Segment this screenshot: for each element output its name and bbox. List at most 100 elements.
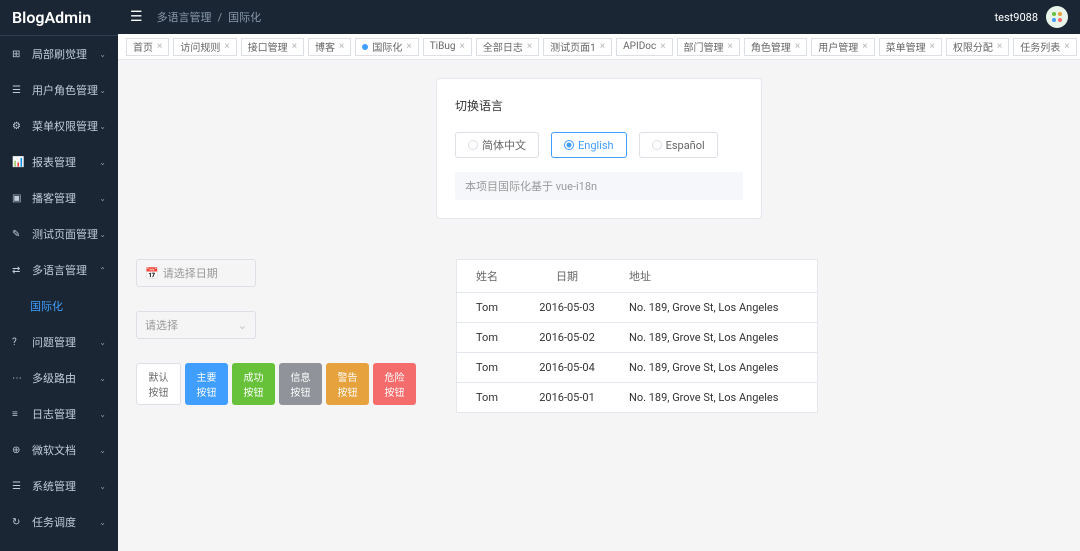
sidebar-item-label: 问题管理 xyxy=(32,334,76,350)
sidebar-item[interactable]: ☰系统管理⌄ xyxy=(0,468,118,504)
tab[interactable]: 博客× xyxy=(308,38,351,56)
tab[interactable]: 全部日志 × xyxy=(476,38,539,56)
table-row[interactable]: Tom2016-05-03No. 189, Grove St, Los Ange… xyxy=(457,293,817,323)
language-card: 切换语言 简体中文EnglishEspañol 本项目国际化基于 vue-i18… xyxy=(436,78,762,219)
cell-date: 2016-05-03 xyxy=(517,293,617,322)
cell-name: Tom xyxy=(457,323,517,352)
sidebar-item[interactable]: ⇄多语言管理⌃ xyxy=(0,252,118,288)
date-picker[interactable]: 📅 请选择日期 xyxy=(136,259,256,287)
tab-label: 首页 xyxy=(133,39,153,54)
tab[interactable]: 国际化× xyxy=(355,38,418,56)
breadcrumb-current: 国际化 xyxy=(228,9,261,25)
table-row[interactable]: Tom2016-05-01No. 189, Grove St, Los Ange… xyxy=(457,383,817,412)
cell-name: Tom xyxy=(457,353,517,382)
sidebar-item[interactable]: ↻任务调度⌄ xyxy=(0,504,118,540)
menu-icon: ? xyxy=(12,337,26,348)
default-button[interactable]: 默认按钮 xyxy=(136,363,181,405)
sidebar-item[interactable]: ⊕微软文档⌄ xyxy=(0,432,118,468)
sidebar-item-label: 用户角色管理 xyxy=(32,82,98,98)
col-header-name: 姓名 xyxy=(457,260,517,292)
tab[interactable]: 权限分配× xyxy=(946,38,1009,56)
sidebar-item[interactable]: ?问题管理⌄ xyxy=(0,324,118,360)
sidebar-item[interactable]: ≡日志管理⌄ xyxy=(0,396,118,432)
card-title: 切换语言 xyxy=(455,97,743,114)
close-icon[interactable]: × xyxy=(527,41,532,52)
close-icon[interactable]: × xyxy=(292,41,297,52)
table-header-row: 姓名日期地址 xyxy=(457,260,817,293)
tab[interactable]: 部门管理 × xyxy=(677,38,740,56)
sidebar-item[interactable]: ⋯多级路由⌄ xyxy=(0,360,118,396)
cell-address: No. 189, Grove St, Los Angeles xyxy=(617,323,817,352)
option-label: English xyxy=(578,139,614,152)
header-bar: ☰ 多语言管理 / 国际化 test9088 xyxy=(118,0,1080,34)
tab-label: 全部日志 xyxy=(483,39,523,54)
sidebar-subitem[interactable]: 国际化 xyxy=(0,288,118,324)
tab[interactable]: 首页 × xyxy=(126,38,169,56)
radio-icon xyxy=(468,140,478,150)
close-icon[interactable]: × xyxy=(339,41,344,52)
chevron-down-icon: ⌄ xyxy=(99,122,106,131)
sidebar-item-label: 测试页面管理 xyxy=(32,226,98,242)
sidebar-item[interactable]: ⚙菜单权限管理⌄ xyxy=(0,108,118,144)
language-radio-group: 简体中文 English Español xyxy=(455,132,743,158)
close-icon[interactable]: × xyxy=(406,41,411,52)
table-row[interactable]: Tom2016-05-02No. 189, Grove St, Los Ange… xyxy=(457,323,817,353)
chevron-down-icon: ⌄ xyxy=(99,86,106,95)
primary-button[interactable]: 主要按钮 xyxy=(185,363,228,405)
danger-button[interactable]: 危险按钮 xyxy=(373,363,416,405)
tab[interactable]: 角色管理× xyxy=(744,38,807,56)
close-icon[interactable]: × xyxy=(1064,41,1069,52)
table-row[interactable]: Tom2016-05-04No. 189, Grove St, Los Ange… xyxy=(457,353,817,383)
tab[interactable]: TiBug× xyxy=(423,38,472,56)
hamburger-icon[interactable]: ☰ xyxy=(130,9,143,25)
active-dot-icon xyxy=(362,44,368,50)
chevron-down-icon: ⌄ xyxy=(99,482,106,491)
breadcrumb-parent[interactable]: 多语言管理 xyxy=(157,9,212,25)
close-icon[interactable]: × xyxy=(930,41,935,52)
sidebar-item[interactable]: 💬微信公众号管理⌄ xyxy=(0,540,118,551)
select-dropdown[interactable]: 请选择 ⌄ xyxy=(136,311,256,339)
menu-icon: ↻ xyxy=(12,517,26,528)
close-icon[interactable]: × xyxy=(660,41,665,52)
tab[interactable]: 任务列表× xyxy=(1013,38,1076,56)
chevron-down-icon: ⌄ xyxy=(238,319,247,332)
cell-date: 2016-05-01 xyxy=(517,383,617,412)
sidebar-item[interactable]: ▣播客管理⌄ xyxy=(0,180,118,216)
menu-icon: ⚙ xyxy=(12,121,26,132)
menu-icon: ⇄ xyxy=(12,265,26,276)
close-icon[interactable]: × xyxy=(224,41,229,52)
tab-label: 菜单管理 xyxy=(886,39,926,54)
close-icon[interactable]: × xyxy=(157,41,162,52)
info-button[interactable]: 信息按钮 xyxy=(279,363,322,405)
cell-date: 2016-05-04 xyxy=(517,353,617,382)
close-icon[interactable]: × xyxy=(862,41,867,52)
tab[interactable]: 测试页面1× xyxy=(543,38,612,56)
username-label[interactable]: test9088 xyxy=(995,11,1038,24)
close-icon[interactable]: × xyxy=(600,41,605,52)
sidebar-item[interactable]: ⊞局部刷觉理⌄ xyxy=(0,36,118,72)
tab[interactable]: APIDoc× xyxy=(616,38,672,56)
avatar[interactable] xyxy=(1046,6,1068,28)
menu-icon: ⊕ xyxy=(12,445,26,456)
tab[interactable]: 访问规则× xyxy=(173,38,236,56)
close-icon[interactable]: × xyxy=(728,41,733,52)
tab[interactable]: 接口管理× xyxy=(241,38,304,56)
warning-button[interactable]: 警告按钮 xyxy=(326,363,369,405)
sidebar-item[interactable]: 📊报表管理⌄ xyxy=(0,144,118,180)
close-icon[interactable]: × xyxy=(459,41,464,52)
language-option[interactable]: English xyxy=(551,132,627,158)
success-button[interactable]: 成功按钮 xyxy=(232,363,275,405)
menu-icon: ☰ xyxy=(12,481,26,492)
close-icon[interactable]: × xyxy=(997,41,1002,52)
language-option[interactable]: 简体中文 xyxy=(455,132,539,158)
app-logo: BlogAdmin xyxy=(0,0,118,36)
calendar-icon: 📅 xyxy=(145,267,159,280)
menu-icon: ✎ xyxy=(12,229,26,240)
sidebar-item[interactable]: ☰用户角色管理⌄ xyxy=(0,72,118,108)
tab[interactable]: 菜单管理 × xyxy=(879,38,942,56)
tab[interactable]: 用户管理× xyxy=(811,38,874,56)
tab-label: 部门管理 xyxy=(684,39,724,54)
language-option[interactable]: Español xyxy=(639,132,718,158)
close-icon[interactable]: × xyxy=(795,41,800,52)
sidebar-item[interactable]: ✎测试页面管理⌄ xyxy=(0,216,118,252)
